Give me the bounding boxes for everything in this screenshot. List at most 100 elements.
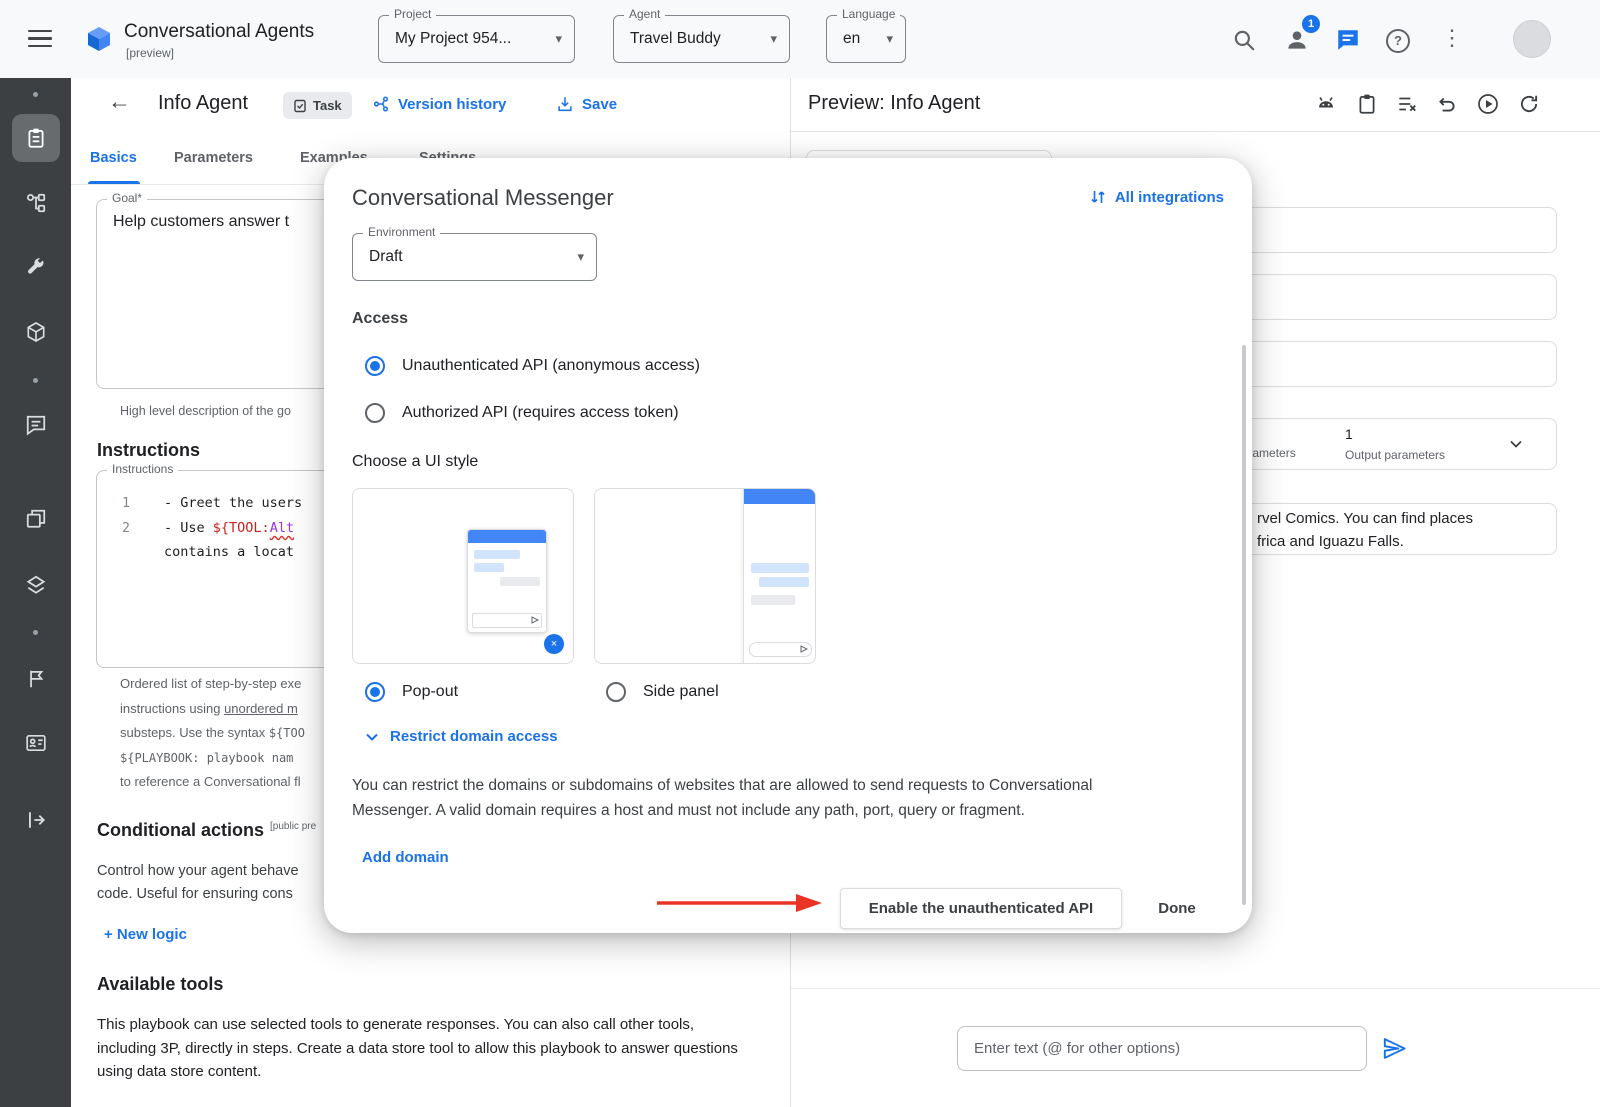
agent-robot-icon[interactable] [1314,92,1338,116]
available-tools-text: This playbook can use selected tools to … [97,1013,745,1084]
radio-unauthenticated-api[interactable]: Unauthenticated API (anonymous access) [365,356,700,376]
instructions-heading: Instructions [97,440,200,461]
output-parameters-count: 1 [1345,426,1353,442]
avatar[interactable] [1513,20,1551,58]
save-label: Save [582,96,617,113]
sidebar-item-conversations[interactable] [0,401,71,449]
sidebar-item-flows[interactable] [0,179,71,227]
sidepanel-style-card[interactable] [594,488,816,664]
version-history-button[interactable]: Version history [372,95,506,113]
app-root: Conversational Agents [preview] Project … [0,0,1600,1107]
send-icon[interactable] [1381,1035,1408,1062]
instructions-field-label: Instructions [107,462,178,476]
expand-parameters-icon[interactable] [1506,434,1526,454]
popout-style-card[interactable]: × [352,488,574,664]
sidebar-item-pages[interactable] [0,495,71,543]
undo-icon[interactable] [1436,93,1458,115]
chevron-down-icon: ▾ [555,16,562,62]
helper-line: substeps. Use the syntax [120,725,269,740]
done-button[interactable]: Done [1144,888,1210,929]
add-domain-button[interactable]: Add domain [362,849,449,866]
preview-title: Preview: Info Agent [808,92,980,115]
app-subtitle: [preview] [126,46,174,60]
radio-label: Authorized API (requires access token) [402,404,679,422]
text-line: code. Useful for ensuring cons [97,883,299,906]
search-icon[interactable] [1231,27,1257,53]
integrations-icon [1089,188,1107,206]
copy-conversation-icon[interactable] [1356,93,1378,115]
restart-icon[interactable] [1518,93,1540,115]
chevron-down-icon: ▾ [577,234,584,280]
code-text: - Greet the users [164,495,302,511]
available-tools-heading: Available tools [97,974,223,995]
project-select-value: My Project 954... [395,16,511,62]
heading-text: Conditional actions [97,820,264,840]
helper-line: instructions using [120,701,224,716]
save-icon [556,95,574,113]
top-bar: Conversational Agents [preview] Project … [0,0,1600,78]
app-title: Conversational Agents [124,21,314,43]
radio-label: Pop-out [402,683,458,701]
sidebar-item-generators[interactable] [0,655,71,703]
code-line: contains a locat [164,544,294,560]
enable-unauthenticated-api-button[interactable]: Enable the unauthenticated API [840,888,1122,929]
restrict-domain-access-toggle[interactable]: Restrict domain access [364,728,558,745]
back-button[interactable]: ← [108,88,131,115]
clear-conversation-icon[interactable] [1396,93,1418,115]
expand-panel-icon[interactable] [0,796,71,844]
play-icon[interactable] [1476,92,1500,116]
sidebar-item-tools[interactable] [0,244,71,292]
goal-value: Help customers answer t [113,213,289,231]
menu-icon[interactable] [28,30,52,48]
markdown-link[interactable]: unordered m [224,701,298,716]
environment-select[interactable]: Environment Draft ▾ [352,233,597,281]
instructions-helper-text: Ordered list of step-by-step exe instruc… [120,672,305,795]
preview-text-input[interactable] [958,1027,1366,1070]
radio-authorized-api[interactable]: Authorized API (requires access token) [365,403,679,423]
chevron-down-icon [364,729,380,745]
notification-badge: 1 [1302,15,1320,33]
project-select[interactable]: Project My Project 954... ▾ [378,15,575,63]
input-area-divider [791,988,1600,989]
code-line: - Use ${TOOL:Alt [164,520,294,536]
chat-close-icon: × [544,634,564,654]
radio-label: Side panel [643,683,719,701]
all-integrations-link[interactable]: All integrations [1089,188,1224,206]
message-line: rvel Comics. You can find places [1257,507,1473,530]
tab-parameters[interactable]: Parameters [174,150,253,166]
save-button[interactable]: Save [556,95,617,113]
dialog-title: Conversational Messenger [352,185,614,211]
version-history-icon [372,95,390,113]
ui-style-heading: Choose a UI style [352,453,478,471]
agent-message-text: rvel Comics. You can find places frica a… [1257,507,1473,553]
conversational-messenger-dialog: Conversational Messenger All integration… [324,158,1252,933]
tab-basics[interactable]: Basics [90,150,137,166]
chevron-down-icon: ▾ [886,16,893,62]
sidebar-item-datasets[interactable] [0,561,71,609]
public-preview-badge: [public pre [270,821,316,832]
new-logic-button[interactable]: + New logic [104,926,187,943]
task-badge: Task [283,92,352,119]
output-parameters-label: Output parameters [1345,448,1445,462]
all-integrations-label: All integrations [1115,189,1224,206]
version-history-label: Version history [398,96,506,113]
sidebar-item-entities[interactable] [0,308,71,356]
popout-mockup [467,529,547,633]
help-icon[interactable]: ? [1386,29,1410,53]
agent-select[interactable]: Agent Travel Buddy ▾ [613,15,790,63]
language-select[interactable]: Language en ▾ [826,15,906,63]
more-options-icon[interactable]: ⋮ [1441,25,1463,51]
access-heading: Access [352,310,408,328]
chat-feedback-icon[interactable] [1335,27,1361,53]
code-line-number: 2 [104,521,130,536]
helper-line: to reference a Conversational fl [120,774,301,789]
dialog-scrollbar[interactable] [1242,345,1246,905]
sidebar-item-contacts[interactable] [0,719,71,767]
radio-sidepanel[interactable]: Side panel [606,682,719,702]
preview-toolbar [1314,92,1540,116]
sidebar-item-playbooks[interactable] [0,114,71,162]
radio-selected-icon [365,356,385,376]
helper-line: Ordered list of step-by-step exe [120,676,301,691]
radio-popout[interactable]: Pop-out [365,682,458,702]
radio-unselected-icon [365,403,385,423]
